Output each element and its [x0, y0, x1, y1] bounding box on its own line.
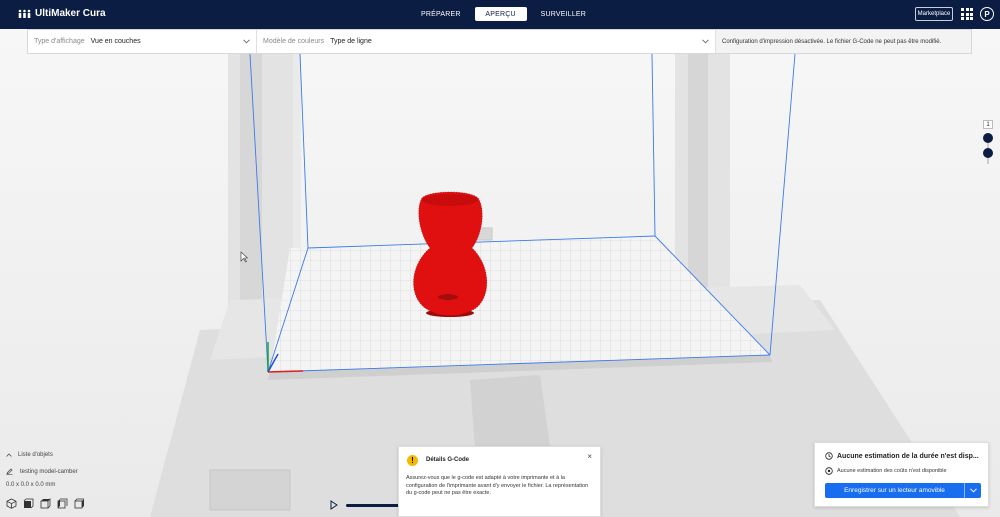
top-view-cube-icon[interactable] — [40, 498, 51, 509]
gcode-message-title: Détails G-Code — [426, 457, 470, 463]
color-scheme-dropdown[interactable]: Modèle de couleurs Type de ligne — [257, 30, 716, 53]
simulation-progress-bar[interactable] — [346, 504, 400, 507]
left-view-cube-icon[interactable] — [57, 498, 68, 509]
tab-preview[interactable]: APERÇU — [474, 7, 527, 21]
pencil-icon[interactable] — [6, 468, 13, 475]
chevron-down-icon — [702, 39, 709, 44]
gcode-info-text: Configuration d'impression désactivée. L… — [716, 30, 971, 53]
clock-icon — [825, 452, 833, 460]
stage-tabs: PRÉPARER APERÇU SURVEILLER — [411, 7, 596, 21]
view-options-bar: Type d'affichage Vue en couches Modèle d… — [27, 29, 972, 54]
chevron-down-icon — [969, 488, 977, 493]
object-name: testing model-camber — [20, 468, 78, 475]
save-button-label: Enregistrer sur un lecteur amovible — [844, 487, 945, 494]
color-scheme-value: Type de ligne — [330, 38, 372, 45]
front-view-cube-icon[interactable] — [23, 498, 34, 509]
time-estimate-text: Aucune estimation de la durée n'est disp… — [837, 452, 979, 460]
object-list-toggle[interactable]: Liste d'objets — [6, 452, 53, 458]
output-device-dropdown[interactable] — [965, 488, 981, 493]
warning-icon: ! — [407, 455, 418, 466]
print-estimate-panel: Aucune estimation de la durée n'est disp… — [814, 442, 989, 507]
right-view-cube-icon[interactable] — [74, 498, 85, 509]
object-list-item[interactable]: testing model-camber — [6, 468, 78, 475]
chevron-up-icon — [6, 453, 12, 457]
save-to-removable-drive-button[interactable]: Enregistrer sur un lecteur amovible — [825, 483, 981, 498]
app-title: UltiMaker Cura — [35, 8, 106, 19]
layer-slider-lower-handle[interactable] — [983, 148, 993, 158]
camera-view-buttons — [6, 498, 85, 509]
play-simulation-icon[interactable] — [330, 500, 338, 510]
account-avatar[interactable]: P — [980, 7, 994, 21]
color-scheme-label: Modèle de couleurs — [263, 38, 325, 45]
view-type-label: Type d'affichage — [34, 38, 85, 45]
gcode-message-body: Assurez-vous que le g-code est adapté à … — [406, 475, 589, 496]
apps-grid-icon[interactable] — [961, 8, 973, 20]
object-list-label: Liste d'objets — [18, 452, 53, 458]
view-type-value: Vue en couches — [90, 38, 141, 45]
close-icon[interactable]: × — [587, 452, 592, 461]
top-header: UltiMaker Cura PRÉPARER APERÇU SURVEILLE… — [0, 0, 1000, 29]
marketplace-button[interactable]: Marketplace — [915, 7, 953, 21]
object-list: Liste d'objets testing model-camber 0.0 … — [6, 452, 78, 488]
view-type-dropdown[interactable]: Type d'affichage Vue en couches — [28, 30, 257, 53]
chevron-down-icon — [243, 39, 250, 44]
object-dimensions: 0.0 x 0.0 x 0.0 mm — [6, 482, 56, 488]
app-logo: UltiMaker Cura — [18, 8, 106, 19]
time-estimate-row[interactable]: Aucune estimation de la durée n'est disp… — [825, 452, 985, 460]
spool-icon — [825, 467, 833, 475]
ultimaker-logo-icon — [18, 9, 31, 18]
cost-estimate-text: Aucune estimation des coûts n'est dispon… — [837, 468, 947, 474]
3d-view-cube-icon[interactable] — [6, 498, 17, 509]
tab-prepare[interactable]: PRÉPARER — [411, 7, 471, 21]
gcode-details-message: ! Détails G-Code × Assurez-vous que le g… — [398, 446, 601, 517]
model-layer-view[interactable] — [413, 191, 488, 317]
cost-estimate-row: Aucune estimation des coûts n'est dispon… — [825, 467, 947, 475]
layer-number-input[interactable]: 1 — [983, 120, 993, 129]
tab-monitor[interactable]: SURVEILLER — [531, 7, 596, 21]
layer-slider-upper-handle[interactable] — [983, 133, 993, 143]
